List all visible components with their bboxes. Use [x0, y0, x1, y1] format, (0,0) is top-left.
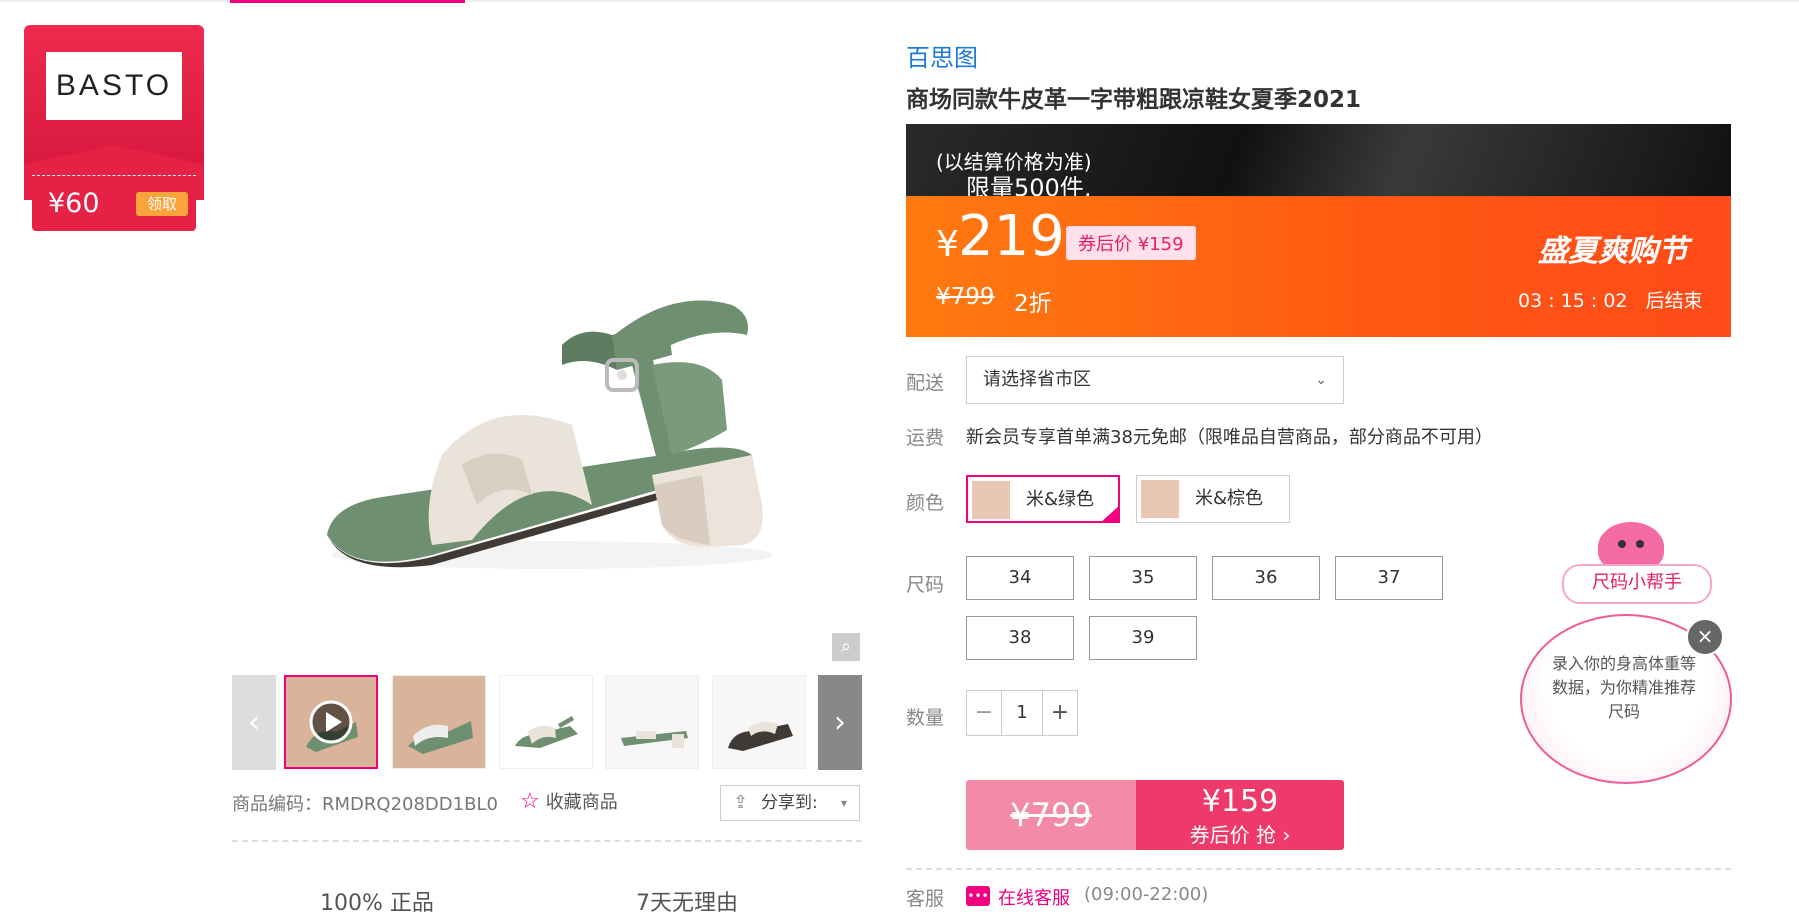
buy-action-label: 券后价 抢 › [1189, 823, 1291, 847]
size-option-37[interactable]: 37 [1335, 556, 1443, 600]
favorite-button[interactable]: ☆ 收藏商品 [520, 788, 618, 814]
quantity-label: 数量 [906, 707, 945, 729]
decrement-button[interactable]: − [967, 691, 1002, 735]
region-select[interactable]: 请选择省市区 ⌄ [966, 356, 1344, 404]
product-code: 商品编码：RMDRQ208DD1BL0 [232, 794, 498, 815]
thumbnail-image [606, 676, 698, 768]
size-option-38[interactable]: 38 [966, 616, 1074, 660]
size-option-36[interactable]: 36 [1212, 556, 1320, 600]
size-option-39[interactable]: 39 [1089, 616, 1197, 660]
color-label: 颜色 [906, 492, 945, 514]
thumbnail-4[interactable] [605, 675, 699, 769]
countdown: 03 : 15 : 02 后结束 [1518, 286, 1703, 313]
caret-down-icon: ▾ [840, 796, 847, 810]
countdown-suffix: 后结束 [1645, 290, 1703, 312]
thumbnail-3[interactable] [499, 675, 593, 769]
buy-coupon-price: ¥159 [1201, 784, 1279, 819]
main-product-image[interactable] [232, 35, 862, 665]
size-option-34[interactable]: 34 [966, 556, 1074, 600]
size-option-35[interactable]: 35 [1089, 556, 1197, 600]
size-label: 尺码 [906, 574, 945, 596]
share-icon: ⇪ [733, 792, 749, 813]
favorite-label: 收藏商品 [545, 792, 618, 813]
product-title: 商场同款牛皮革一字带粗跟凉鞋女夏季2021 [906, 87, 1362, 113]
chevron-down-icon: ⌄ [1315, 372, 1327, 388]
brand-logo[interactable]: BASTO [46, 52, 182, 120]
thumbnail-image [393, 676, 485, 768]
limited-banner: 限量500件,抢完恢复¥279 (以结算价格为准) [906, 124, 1731, 266]
size-helper-title[interactable]: 尺码小帮手 [1562, 564, 1712, 604]
color-swatch [1141, 480, 1179, 518]
thumbnail-image [500, 676, 592, 768]
shipping-label: 运费 [906, 427, 945, 449]
thumbnail-2[interactable] [392, 675, 486, 769]
close-icon[interactable]: × [1686, 618, 1724, 656]
divider [232, 840, 862, 842]
thumbnail-image [713, 676, 805, 768]
checkmark-icon [1100, 505, 1120, 523]
delivery-label: 配送 [906, 372, 945, 394]
price-banner: ¥ 219 券后价 ¥159 ¥799 2折 盛夏爽购节 03 : 15 : 0… [906, 196, 1731, 337]
color-option-label: 米&棕色 [1195, 488, 1264, 509]
promise-return: 7天无理由 [636, 891, 738, 916]
chat-icon[interactable]: ••• [966, 886, 990, 906]
current-price: 219 [958, 204, 1065, 269]
share-label: 分享到: [761, 793, 818, 813]
thumbnail-video[interactable] [284, 675, 378, 769]
star-icon: ☆ [520, 789, 540, 814]
thumbnail-image [286, 677, 376, 767]
color-option-brown[interactable]: 米&棕色 [1136, 475, 1290, 523]
brand-coupon[interactable]: ¥60 领取 [32, 175, 196, 231]
after-coupon-tag: 券后价 ¥159 [1066, 226, 1196, 260]
brand-badge[interactable]: BASTO ¥60 领取 [24, 25, 204, 231]
quantity-value[interactable]: 1 [1001, 691, 1043, 735]
brand-link[interactable]: 百思图 [906, 38, 978, 73]
share-dropdown[interactable]: ⇪ 分享到: ▾ [720, 785, 860, 821]
claim-coupon-button[interactable]: 领取 [136, 192, 188, 216]
countdown-time: 03 : 15 : 02 [1518, 290, 1628, 312]
divider [906, 868, 1731, 870]
currency-symbol: ¥ [936, 224, 959, 265]
sandal-image [327, 300, 772, 569]
increment-button[interactable]: + [1042, 691, 1077, 735]
shipping-text: 新会员专享首单满38元免邮（限唯品自营商品，部分商品不可用） [966, 427, 1493, 448]
discount-label: 2折 [1014, 291, 1052, 317]
service-label: 客服 [906, 888, 945, 910]
coupon-price: ¥60 [48, 188, 100, 219]
color-swatch [972, 481, 1010, 519]
magnifier-icon[interactable]: ⌕ [832, 633, 860, 661]
buy-original-price[interactable]: ¥799 [966, 780, 1136, 850]
thumbnail-5[interactable] [712, 675, 806, 769]
top-accent-bar [230, 0, 465, 3]
region-placeholder: 请选择省市区 [983, 369, 1091, 390]
color-option-label: 米&绿色 [1026, 489, 1095, 510]
chevron-right-icon[interactable]: › [818, 675, 862, 770]
size-helper-text: 录入你的身高体重等数据，为你精准推荐尺码 [1551, 654, 1696, 721]
online-service-link[interactable]: 在线客服 [998, 884, 1070, 910]
buy-now-button[interactable]: ¥159 券后价 抢 › [1136, 780, 1344, 850]
color-option-green[interactable]: 米&绿色 [966, 475, 1120, 523]
promise-authentic: 100% 正品 [320, 891, 434, 916]
festival-title: 盛夏爽购节 [1538, 234, 1688, 269]
quantity-stepper[interactable]: − 1 + [966, 690, 1078, 736]
original-price: ¥799 [936, 284, 995, 310]
chevron-left-icon[interactable]: ‹ [232, 675, 276, 770]
limited-text: 限量500件,抢完恢复¥279 (以结算价格为准) [936, 146, 1092, 266]
